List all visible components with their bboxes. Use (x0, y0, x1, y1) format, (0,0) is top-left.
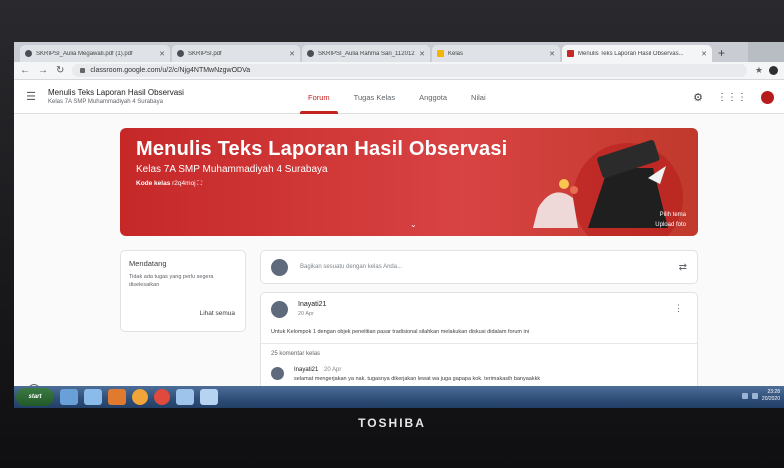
browser-tab-strip: SKRIPSI_Aulia Megawati.pdf (1).pdf ✕ SKR… (14, 42, 784, 62)
laptop-brand-logo: TOSHIBA (358, 416, 426, 430)
post-date: 20 Apr (298, 311, 314, 317)
tab-title: Menulis Teks Laporan Hasil Observas... (578, 50, 684, 57)
window-controls[interactable] (748, 42, 784, 62)
volume-icon[interactable] (751, 393, 758, 399)
share-box[interactable]: Bagikan sesuatu dengan kelas Anda... ⇄ (260, 250, 698, 284)
upcoming-card: Mendatang Tidak ada tugas yang perlu seg… (120, 250, 246, 332)
tab-title: SKRIPSI_Aulia Megawati.pdf (1).pdf (36, 50, 133, 57)
post-author: Inayati21 (298, 301, 327, 308)
clock-date: 20/2020 (761, 396, 780, 402)
comment-author: Inayati21 (294, 367, 319, 373)
banner-subtitle: Kelas 7A SMP Muhammadiyah 4 Surabaya (136, 164, 328, 175)
tab-title: SKRIPSI.pdf (188, 50, 222, 57)
main-content: Menulis Teks Laporan Hasil Observasi Kel… (14, 114, 784, 408)
url-text: classroom.google.com/u/2/c/Njg4NTMwNzgwO… (90, 67, 251, 74)
tab-tugas-kelas[interactable]: Tugas Kelas (342, 80, 407, 114)
document-icon (177, 50, 184, 57)
comment-text: selamat mengerjakan ya nak. tugasnya dik… (294, 376, 541, 382)
media-player-icon[interactable] (108, 389, 126, 405)
apps-grid-icon[interactable]: ⋮⋮⋮ (717, 92, 747, 103)
upcoming-empty-text: Tidak ada tugas yang perlu segera disele… (129, 274, 214, 288)
tab-title: SKRIPSI_Aulia Rahma Sari_1120121... (318, 50, 416, 57)
expand-chevron-icon[interactable]: ⌄ (410, 220, 417, 229)
window-preview-icon[interactable] (200, 389, 218, 405)
clock-time: 23:28 (767, 389, 780, 395)
comment: Inayati21 20 Apr selamat mengerjakan ya … (271, 367, 540, 382)
chrome-icon[interactable] (154, 389, 170, 405)
menu-icon[interactable]: ☰ (20, 90, 42, 103)
profile-avatar[interactable] (769, 66, 778, 75)
document-icon (25, 50, 32, 57)
network-icon[interactable] (741, 393, 748, 399)
firefox-icon[interactable] (132, 389, 148, 405)
internet-explorer-icon[interactable] (60, 389, 78, 405)
folder-icon[interactable] (84, 389, 102, 405)
browser-tab[interactable]: SKRIPSI.pdf ✕ (172, 45, 300, 62)
post-body: Untuk Kelompok 1 dengan objek penelitian… (271, 329, 530, 335)
classroom-header: ☰ Menulis Teks Laporan Hasil Observasi K… (14, 80, 784, 114)
close-icon[interactable]: ✕ (419, 50, 425, 58)
class-title-block[interactable]: Menulis Teks Laporan Hasil Observasi Kel… (48, 88, 184, 105)
upload-photo-label: Upload foto (655, 222, 686, 228)
close-icon[interactable]: ✕ (701, 50, 707, 58)
browser-tab-active[interactable]: Menulis Teks Laporan Hasil Observas... ✕ (562, 45, 712, 62)
address-bar: ← → ↻ classroom.google.com/u/2/c/Njg4NTM… (14, 62, 784, 80)
tab-nilai[interactable]: Nilai (459, 80, 498, 114)
upload-photo-button[interactable]: Pilih tema Upload foto (655, 210, 686, 230)
fullscreen-icon[interactable]: ⛶ (197, 180, 202, 187)
avatar (271, 301, 288, 318)
start-button[interactable]: start (16, 388, 54, 406)
bookmark-star-icon[interactable]: ★ (755, 65, 763, 76)
classroom-icon (567, 50, 574, 57)
tab-title: Kelas (448, 50, 464, 57)
avatar (271, 367, 284, 380)
close-icon[interactable]: ✕ (549, 50, 555, 58)
tab-forum[interactable]: Forum (296, 80, 342, 114)
window-preview-icon[interactable] (176, 389, 194, 405)
browser-tab[interactable]: SKRIPSI_Aulia Rahma Sari_1120121... ✕ (302, 45, 430, 62)
clock[interactable]: 23:28 20/2020 (762, 389, 780, 403)
view-all-link[interactable]: Lihat semua (200, 310, 235, 317)
class-comments-link[interactable]: 25 komentar kelas (271, 351, 320, 357)
choose-theme-label: Pilih tema (659, 212, 686, 218)
class-code[interactable]: Kode kelas r2q4moj ⛶ (136, 180, 202, 188)
class-code-value: r2q4moj (172, 180, 196, 187)
windows-taskbar: start 23:28 20/2020 (14, 386, 784, 408)
classroom-tabs: Forum Tugas Kelas Anggota Nilai (296, 80, 498, 114)
class-code-label: Kode kelas (136, 180, 171, 187)
repost-icon[interactable]: ⇄ (679, 262, 687, 273)
back-arrow-icon[interactable]: ← (20, 65, 30, 76)
system-tray: 23:28 20/2020 (741, 389, 780, 403)
divider (261, 343, 697, 344)
comment-date: 20 Apr (324, 367, 342, 373)
tab-anggota[interactable]: Anggota (407, 80, 459, 114)
lock-icon (80, 68, 86, 73)
close-icon[interactable]: ✕ (289, 50, 295, 58)
more-options-icon[interactable]: ⋮ (674, 303, 683, 314)
url-input[interactable]: classroom.google.com/u/2/c/Njg4NTMwNzgwO… (72, 64, 747, 77)
banner-title: Menulis Teks Laporan Hasil Observasi (136, 138, 508, 160)
account-avatar[interactable] (761, 90, 774, 104)
close-icon[interactable]: ✕ (159, 50, 165, 58)
new-tab-button[interactable]: + (718, 44, 725, 62)
reload-icon[interactable]: ↻ (56, 65, 64, 76)
browser-tab[interactable]: Kelas ✕ (432, 45, 560, 62)
gear-icon[interactable]: ⚙ (693, 91, 703, 104)
document-icon (307, 50, 314, 57)
screen: SKRIPSI_Aulia Megawati.pdf (1).pdf ✕ SKR… (14, 42, 784, 408)
browser-tab[interactable]: SKRIPSI_Aulia Megawati.pdf (1).pdf ✕ (20, 45, 170, 62)
class-name: Menulis Teks Laporan Hasil Observasi (48, 88, 184, 97)
share-placeholder: Bagikan sesuatu dengan kelas Anda... (300, 264, 403, 270)
upcoming-heading: Mendatang (129, 259, 167, 268)
class-section: Kelas 7A SMP Muhammadiyah 4 Surabaya (48, 99, 163, 105)
forward-arrow-icon[interactable]: → (38, 65, 48, 76)
class-banner: Menulis Teks Laporan Hasil Observasi Kel… (120, 128, 698, 236)
avatar (271, 258, 288, 276)
classroom-icon (437, 50, 444, 57)
